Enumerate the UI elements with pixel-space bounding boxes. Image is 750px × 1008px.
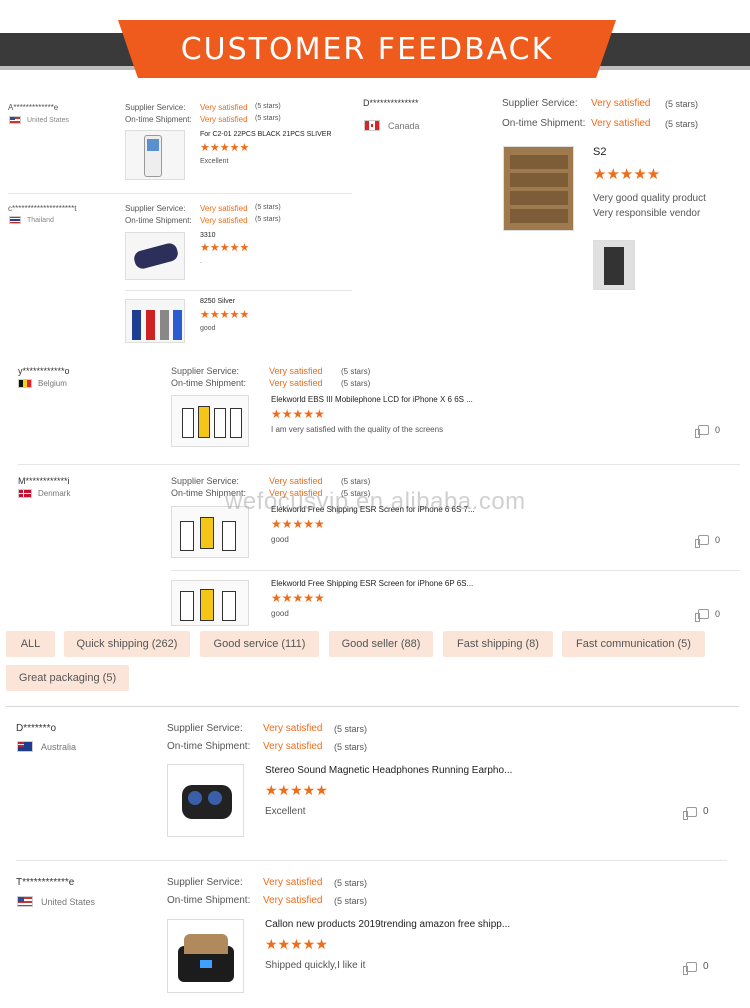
product-title[interactable]: Stereo Sound Magnetic Headphones Running… (265, 765, 512, 776)
product-title[interactable]: S2 (593, 146, 606, 158)
product-thumbnail[interactable] (125, 299, 185, 343)
filter-tag-fast-shipping[interactable]: Fast shipping (8) (443, 631, 553, 657)
review-comment: Shipped quickly,I like it (265, 960, 366, 971)
review-photo[interactable] (593, 240, 635, 290)
thumbs-up-icon (695, 609, 709, 622)
divider (8, 193, 352, 194)
reviewer-name: c********************t (8, 204, 77, 213)
product-thumbnail[interactable] (503, 146, 574, 231)
filter-tag-fast-communication[interactable]: Fast communication (5) (562, 631, 705, 657)
reviewer-name: D************** (363, 98, 419, 108)
rating-stars: ★★★★★ (593, 166, 661, 183)
watermark: wefocusvip.en.alibaba.com (225, 488, 526, 515)
reviewer-country: United States (17, 896, 95, 907)
reviewer-country: Belgium (18, 379, 67, 388)
product-thumbnail[interactable] (171, 395, 249, 447)
filter-tag-good-seller[interactable]: Good seller (88) (329, 631, 433, 657)
review-comment: Very good quality product (593, 193, 706, 204)
rating-stars: ★★★★★ (265, 782, 328, 798)
review-comment: I am very satisfied with the quality of … (271, 425, 444, 434)
product-title[interactable]: Elekworld EBS III Mobilephone LCD for iP… (271, 395, 473, 404)
reviewer-name: M************i (18, 476, 70, 486)
review-comment: . (200, 258, 202, 265)
like-button[interactable]: 0 (695, 425, 720, 438)
banner-ribbon: CUSTOMER FEEDBACK (118, 20, 616, 78)
product-title[interactable]: 3310 (200, 232, 216, 239)
like-button[interactable]: 0 (683, 961, 709, 975)
like-button[interactable]: 0 (695, 535, 720, 548)
reviewer-name: y************o (18, 366, 70, 376)
like-button[interactable]: 0 (683, 806, 709, 820)
rating-stars: ★★★★★ (200, 309, 250, 321)
product-title[interactable]: Callon new products 2019trending amazon … (265, 919, 510, 930)
reviewer-country: Denmark (18, 489, 70, 498)
divider (18, 464, 740, 465)
flag-denmark-icon (18, 489, 32, 498)
flag-belgium-icon (18, 379, 32, 388)
filter-tag-all[interactable]: ALL (6, 631, 55, 657)
reviewer-country: Thailand (9, 216, 54, 224)
reviewer-name: T************e (16, 877, 75, 888)
rating-stars: ★★★★★ (271, 407, 325, 421)
product-thumbnail[interactable] (125, 130, 185, 180)
divider (171, 570, 740, 571)
thumbs-up-icon (695, 425, 709, 438)
reviewer-name: D*******o (16, 723, 57, 734)
like-button[interactable]: 0 (695, 609, 720, 622)
on-time-row: On-time Shipment: (125, 115, 192, 124)
review-comment: Excellent (200, 158, 229, 165)
review-comment: Very responsible vendor (593, 208, 701, 219)
divider (16, 860, 727, 861)
divider (125, 290, 352, 291)
rating-stars: ★★★★★ (265, 936, 328, 952)
review-comment: good (271, 535, 289, 544)
review-comment: good (200, 325, 216, 332)
reviewer-country: United States (9, 116, 69, 124)
product-title[interactable]: Elekworld Free Shipping ESR Screen for i… (271, 579, 473, 588)
flag-canada-icon (364, 120, 380, 131)
rating-stars: ★★★★★ (200, 142, 250, 154)
rating-stars: ★★★★★ (271, 591, 325, 605)
rating-stars: ★★★★★ (200, 242, 250, 254)
product-thumbnail[interactable] (125, 232, 185, 280)
rating-stars: ★★★★★ (271, 517, 325, 531)
product-thumbnail[interactable] (167, 919, 244, 993)
review-comment: Excellent (265, 806, 306, 817)
reviewer-name: A*************e (8, 103, 59, 112)
filter-tag-great-packaging[interactable]: Great packaging (5) (6, 665, 129, 691)
filter-tag-quick-shipping[interactable]: Quick shipping (262) (64, 631, 190, 657)
filter-tag-good-service[interactable]: Good service (111) (200, 631, 319, 657)
review-comment: good (271, 609, 289, 618)
flag-us-icon (17, 896, 33, 907)
thumbs-up-icon (683, 806, 697, 820)
flag-us-icon (9, 116, 21, 124)
reviewer-country: Canada (364, 120, 420, 131)
product-title[interactable]: 8250 Silver (200, 298, 235, 305)
reviewer-country: Australia (17, 741, 76, 752)
flag-australia-icon (17, 741, 33, 752)
feedback-banner: CUSTOMER FEEDBACK (0, 18, 750, 80)
thumbs-up-icon (683, 961, 697, 975)
supplier-service-row: Supplier Service: (125, 103, 186, 112)
product-thumbnail[interactable] (167, 764, 244, 837)
flag-thailand-icon (9, 216, 21, 224)
product-thumbnail[interactable] (171, 580, 249, 626)
thumbs-up-icon (695, 535, 709, 548)
banner-title: CUSTOMER FEEDBACK (180, 31, 554, 67)
divider (6, 706, 739, 707)
product-title[interactable]: For C2-01 22PCS BLACK 21PCS SLIVER (200, 131, 332, 138)
